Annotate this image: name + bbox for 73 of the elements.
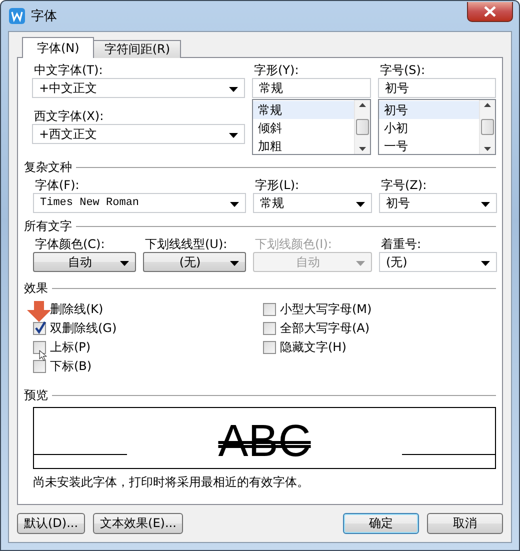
dropdown-arrow-icon [229, 133, 238, 138]
field-label: 西文字体(X): [33, 108, 104, 124]
tab[interactable]: 字符间距(R) [93, 40, 182, 58]
section-title: 复杂文种 [24, 158, 72, 176]
font-warning-text: 尚未安装此字体，打印时将采用最相近的有效字体。 [33, 474, 309, 491]
dropdown-arrow-icon [230, 202, 239, 207]
field-label: 下划线线型(U): [144, 236, 228, 252]
dropdown-arrow-icon [120, 261, 129, 266]
list-item[interactable]: 倾斜 [253, 119, 354, 137]
checkbox[interactable] [263, 303, 276, 316]
list-item[interactable]: 一号 [379, 137, 479, 155]
checkbox-label: 双删除线(G) [50, 320, 117, 337]
checkbox[interactable] [33, 322, 46, 335]
text-field[interactable]: 常规 [252, 78, 371, 98]
dropdown-field[interactable]: +西文正文 [32, 124, 245, 144]
field-label: 字形(Y): [253, 62, 299, 78]
field-label: 字体(F): [34, 177, 80, 193]
list-item[interactable]: 加粗 [253, 137, 354, 155]
dropdown-arrow-icon [356, 261, 365, 266]
list-item[interactable]: 常规 [253, 101, 354, 119]
dialog-button[interactable]: 取消 [427, 513, 503, 534]
dropdown-field[interactable]: 初号 [379, 193, 497, 213]
dropdown-field[interactable]: 常规 [253, 193, 372, 213]
list-item[interactable]: 小初 [379, 119, 479, 137]
checkbox-label: 隐藏文字(H) [280, 339, 346, 356]
checkbox-label: 全部大写字母(A) [280, 320, 370, 337]
mouse-cursor-icon [39, 350, 47, 361]
dropdown-button[interactable]: 自动 [33, 252, 136, 272]
dialog-button[interactable]: 确定 [343, 513, 419, 534]
dropdown-field[interactable]: (无) [379, 252, 497, 272]
window-title: 字体 [31, 8, 57, 25]
checkbox-label: 小型大写字母(M) [280, 301, 372, 318]
dropdown-field[interactable]: Times New Roman [33, 193, 246, 213]
preview-text: ABC [218, 416, 311, 466]
dropdown-button[interactable]: (无) [143, 252, 246, 272]
field-label: 字形(L): [254, 177, 300, 193]
app-logo-icon [9, 8, 25, 24]
field-label: 着重号: [380, 236, 422, 252]
checkbox[interactable] [263, 322, 276, 335]
scroll-down-icon[interactable] [484, 147, 491, 151]
dropdown-arrow-icon [481, 261, 490, 266]
dropdown-arrow-icon [230, 261, 239, 266]
field-label: 字号(Z): [380, 177, 427, 193]
scroll-up-icon[interactable] [484, 103, 491, 107]
close-button[interactable] [467, 2, 513, 22]
checkbox-label: 下标(B) [50, 358, 92, 375]
dropdown-arrow-icon [356, 202, 365, 207]
dialog-button[interactable]: 默认(D)... [17, 513, 86, 534]
checkbox[interactable] [263, 341, 276, 354]
dialog-button[interactable]: 文本效果(E)... [93, 513, 184, 534]
checkbox[interactable] [33, 360, 46, 373]
close-icon[interactable] [484, 6, 496, 17]
list-item[interactable]: 初号 [379, 101, 479, 119]
dropdown-arrow-icon [481, 202, 490, 207]
field-label: 中文字体(T): [33, 62, 103, 78]
field-label: 字体颜色(C): [34, 236, 105, 252]
arrow-icon [27, 301, 51, 322]
section-title: 所有文字 [24, 218, 72, 234]
scroll-up-icon[interactable] [359, 103, 366, 107]
field-label: 字号(S): [379, 62, 426, 78]
scrollbar[interactable] [479, 100, 495, 154]
section-title: 效果 [24, 280, 48, 296]
text-field[interactable]: 初号 [378, 78, 496, 98]
checkbox-label: 上标(P) [50, 339, 91, 356]
field-label: 下划线颜色(I): [254, 236, 332, 252]
dropdown-field[interactable]: +中文正文 [32, 78, 245, 98]
section-title: 预览 [24, 386, 48, 404]
dropdown-arrow-icon [229, 87, 238, 92]
tab[interactable]: 字体(N) [22, 37, 94, 58]
checkbox[interactable] [33, 341, 46, 354]
checkbox-label: 删除线(K) [50, 301, 104, 318]
scrollbar[interactable] [354, 100, 370, 154]
scroll-down-icon[interactable] [359, 147, 366, 151]
